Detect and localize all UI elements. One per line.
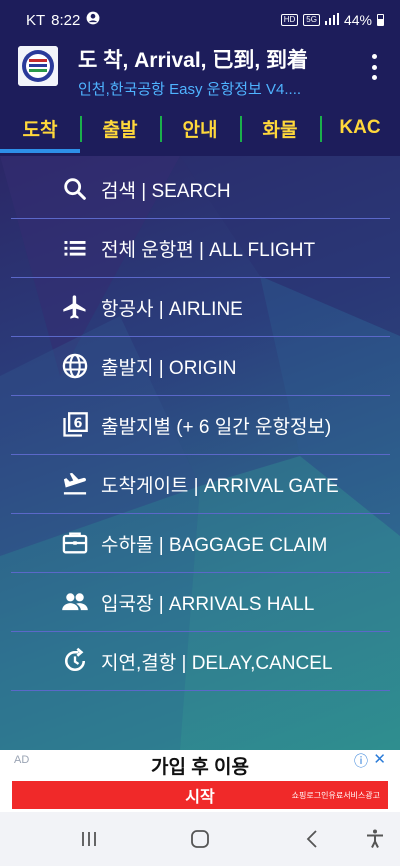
accessibility-icon[interactable] [360,824,390,854]
menu-item-baggage-claim[interactable]: 수하물 | BAGGAGE CLAIM [11,514,390,573]
menu-item-all-flight[interactable]: 전체 운항편 | ALL FLIGHT [11,219,390,278]
status-bar: KT 8:22 HD 5G 44% [0,0,400,40]
refresh-clock-icon [61,647,89,675]
luggage-icon [61,529,89,557]
tab-kac[interactable]: KAC [320,100,400,156]
battery-icon [377,14,384,26]
svg-text:6: 6 [73,416,82,431]
filter-6-icon: 6 [61,411,89,439]
tab-bar: 도착 출발 안내 화물 KAC [0,100,400,156]
menu-item-origin[interactable]: 출발지 | ORIGIN [11,337,390,396]
app-subtitle: 인천,한국공항 Easy 운항정보 V4.... [78,81,302,98]
tab-cargo[interactable]: 화물 [240,100,320,156]
tab-departure[interactable]: 출발 [80,100,160,156]
globe-icon [61,352,89,380]
menu-label: 입국장 | ARRIVALS HALL [101,593,315,615]
menu-label: 검색 | SEARCH [101,180,231,202]
menu-label: 지연,결항 | DELAY,CANCEL [101,652,333,674]
menu-label: 출발지 | ORIGIN [101,357,237,379]
menu-item-search[interactable]: 검색 | SEARCH [11,160,390,219]
menu-label: 항공사 | AIRLINE [101,298,243,320]
app-title: 도 착, Arrival, 已到, 到着 [78,49,309,72]
ad-title: 가입 후 이용 [151,757,249,778]
menu-item-arrivals-hall[interactable]: 입국장 | ARRIVALS HALL [11,573,390,632]
tab-arrival[interactable]: 도착 [0,100,80,156]
list-icon [61,234,89,262]
menu-list: 검색 | SEARCH 전체 운항편 | ALL FLIGHT 항공사 | AI… [11,160,390,691]
tab-info[interactable]: 안내 [160,100,240,156]
signal-icon [324,12,339,28]
ad-cta-sublabel: 쇼핑로그인유료서비스광고 [291,791,380,800]
menu-label: 출발지별 (+ 6 일간 운항정보) [101,416,332,438]
menu-item-arrival-gate[interactable]: 도착게이트 | ARRIVAL GATE [11,455,390,514]
hd-badge: HD [280,14,299,26]
app-bar: 도 착, Arrival, 已到, 到着 인천,한국공항 Easy 운항정보 V… [0,40,400,100]
time-label: 8:22 [51,11,81,29]
ad-cta-label: 시작 [185,789,215,806]
ad-cta-button[interactable]: 시작 쇼핑로그인유료서비스광고 [12,781,388,809]
recent-apps-icon[interactable] [74,824,104,854]
app-logo-icon [18,46,58,86]
flight-land-icon [61,470,89,498]
account-icon [86,11,100,29]
system-nav-bar [0,812,400,866]
5g-badge: 5G [303,14,320,26]
menu-label: 전체 운항편 | ALL FLIGHT [101,239,316,261]
overflow-menu-icon[interactable] [364,54,384,80]
menu-item-airline[interactable]: 항공사 | AIRLINE [11,278,390,337]
ad-close-icon[interactable]: ✕ [373,750,386,768]
menu-item-delay-cancel[interactable]: 지연,결항 | DELAY,CANCEL [11,632,390,691]
ad-banner[interactable]: AD 가입 후 이용 ⓘ ✕ 시작 쇼핑로그인유료서비스광고 [0,750,400,812]
menu-label: 수하물 | BAGGAGE CLAIM [101,534,328,556]
carrier-label: KT [26,11,46,29]
content-area: 검색 | SEARCH 전체 운항편 | ALL FLIGHT 항공사 | AI… [0,156,400,750]
battery-label: 44% [343,12,372,28]
menu-label: 도착게이트 | ARRIVAL GATE [101,475,339,497]
search-icon [61,175,89,203]
ad-info-icon[interactable]: ⓘ [354,751,368,771]
menu-item-origin-6days[interactable]: 6 출발지별 (+ 6 일간 운항정보) [11,396,390,455]
back-icon[interactable] [298,824,328,854]
people-icon [61,588,89,616]
home-icon[interactable] [185,824,215,854]
airplane-icon [61,293,89,321]
